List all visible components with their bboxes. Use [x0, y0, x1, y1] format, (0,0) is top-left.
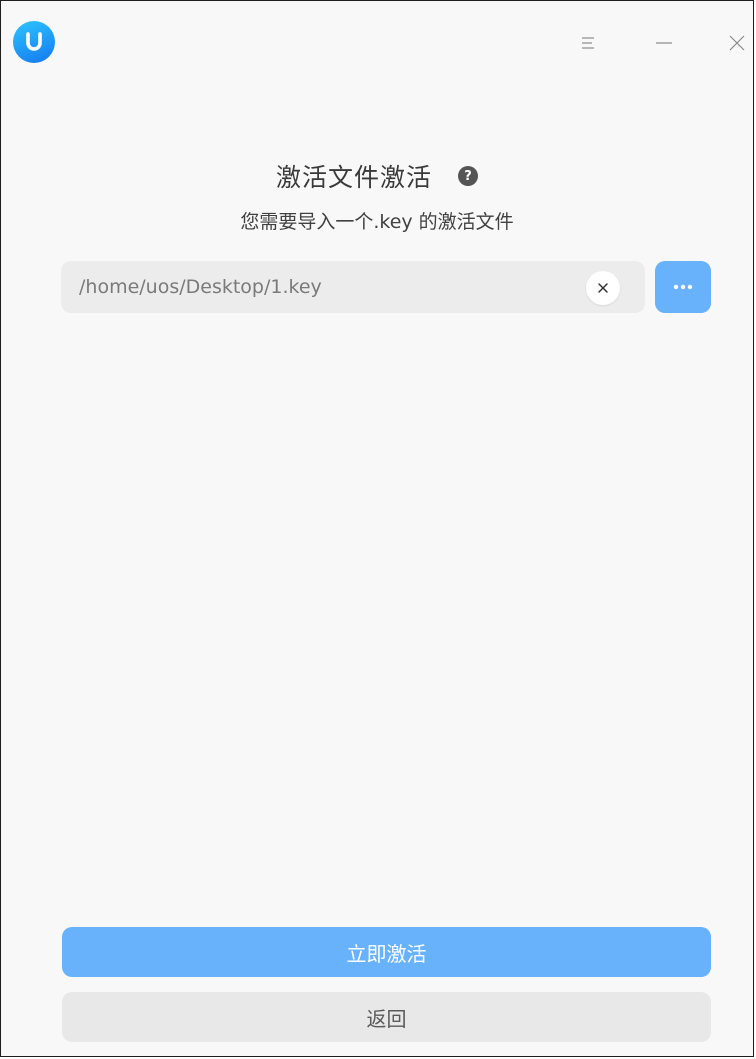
- more-dots-icon: [673, 284, 693, 290]
- uos-logo-icon: [13, 21, 55, 63]
- back-button[interactable]: 返回: [62, 992, 711, 1042]
- browse-file-button[interactable]: [655, 261, 711, 313]
- file-path-input[interactable]: [61, 261, 645, 313]
- titlebar: [1, 1, 753, 81]
- uos-logo-glyph: [26, 32, 42, 51]
- help-icon[interactable]: ?: [458, 166, 478, 186]
- activation-window: 激活文件激活 ? 您需要导入一个.key 的激活文件 立即激活 返回: [0, 0, 754, 1057]
- title-row: 激活文件激活 ?: [1, 158, 753, 194]
- activate-now-button[interactable]: 立即激活: [62, 927, 711, 977]
- clear-icon[interactable]: [586, 271, 620, 305]
- page-title: 激活文件激活: [275, 163, 432, 192]
- page-subtitle: 您需要导入一个.key 的激活文件: [240, 211, 514, 233]
- close-icon[interactable]: [719, 25, 753, 61]
- minimize-icon[interactable]: [646, 25, 682, 61]
- file-picker: [61, 261, 711, 313]
- hamburger-menu-icon[interactable]: [571, 25, 607, 61]
